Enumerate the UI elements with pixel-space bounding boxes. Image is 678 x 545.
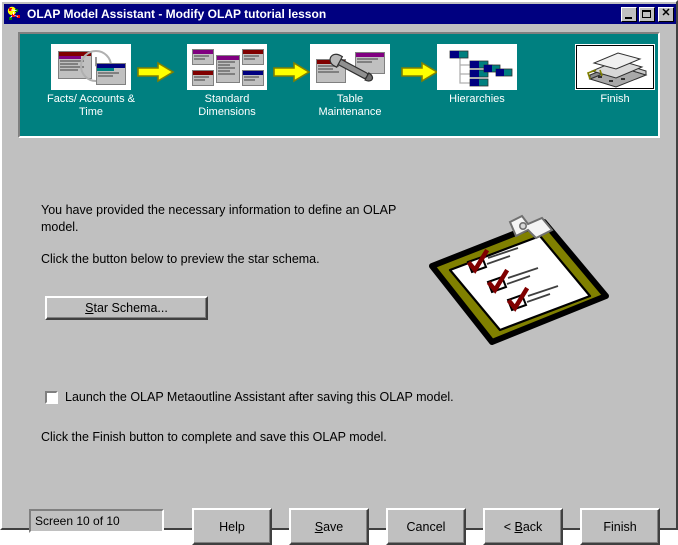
help-button[interactable]: Help	[192, 508, 272, 545]
cancel-button[interactable]: Cancel	[386, 508, 466, 545]
wizard-step-label-2: Time	[78, 106, 104, 118]
wizard-step-table-maintenance[interactable]: Table Maintenance	[292, 44, 408, 119]
tables-clock-icon	[51, 44, 131, 90]
wizard-step-label: Standard	[204, 93, 250, 105]
wizard-step-label: Finish	[600, 93, 630, 105]
finish-button[interactable]: Finish	[580, 508, 660, 545]
wizard-step-finish[interactable]: Finish	[560, 44, 670, 106]
wizard-step-label: Table	[336, 93, 364, 105]
wizard-step-label: Facts/ Accounts &	[46, 93, 136, 105]
wizard-step-label-2: Maintenance	[318, 106, 382, 118]
launch-metaoutline-checkbox-label: Launch the OLAP Metaoutline Assistant af…	[65, 390, 454, 404]
wizard-step-label-2: Dimensions	[198, 106, 256, 118]
preview-instruction: Click the button below to preview the st…	[41, 252, 320, 266]
star-schema-button-label: Star Schema...	[85, 301, 168, 315]
star-schema-button[interactable]: Star Schema...	[45, 296, 208, 320]
maximize-icon	[642, 9, 651, 18]
finish-instruction: Click the Finish button to complete and …	[41, 430, 387, 444]
wizard-step-banner: Facts/ Accounts & Time Standard Dimensio…	[18, 32, 660, 138]
window-controls: ✕	[619, 6, 674, 22]
client-area: Facts/ Accounts & Time Standard Dimensio…	[4, 24, 676, 545]
close-button[interactable]: ✕	[658, 6, 674, 22]
launch-metaoutline-checkbox[interactable]	[45, 391, 58, 404]
wizard-step-label: Hierarchies	[449, 93, 505, 105]
minimize-button[interactable]	[621, 6, 637, 22]
right-arrow-icon-1	[136, 60, 176, 84]
screen-counter-field: Screen 10 of 10	[29, 509, 164, 533]
finish-button-label: Finish	[603, 519, 637, 534]
database-stack-icon	[575, 44, 655, 90]
window-title: OLAP Model Assistant - Modify OLAP tutor…	[27, 7, 327, 21]
save-button[interactable]: Save	[289, 508, 369, 545]
save-button-label: Save	[314, 519, 344, 534]
close-icon: ✕	[661, 7, 671, 19]
wizard-step-hierarchies[interactable]: Hierarchies	[422, 44, 532, 106]
wizard-step-standard-dimensions[interactable]: Standard Dimensions	[172, 44, 282, 119]
application-window: OLAP Model Assistant - Modify OLAP tutor…	[0, 0, 678, 545]
minimize-icon	[625, 16, 632, 19]
tree-hierarchy-icon	[437, 44, 517, 90]
clipboard-checklist-icon	[424, 204, 614, 359]
maximize-button[interactable]	[639, 6, 655, 22]
wrench-tables-icon	[310, 44, 390, 90]
help-button-label: Help	[219, 519, 245, 534]
cancel-button-label: Cancel	[406, 519, 446, 534]
intro-paragraph-line2: model.	[41, 220, 79, 234]
wizard-step-facts-accounts-time[interactable]: Facts/ Accounts & Time	[36, 44, 146, 119]
intro-paragraph-line1: You have provided the necessary informat…	[41, 203, 397, 217]
back-button[interactable]: < Back	[483, 508, 563, 545]
dimension-tables-icon	[187, 44, 267, 90]
intro-paragraph: You have provided the necessary informat…	[41, 202, 401, 236]
olap-app-icon	[7, 6, 23, 22]
launch-metaoutline-checkbox-row[interactable]: Launch the OLAP Metaoutline Assistant af…	[45, 390, 454, 404]
screen-counter-text: Screen 10 of 10	[35, 514, 120, 528]
back-button-label: < Back	[503, 519, 543, 534]
title-bar: OLAP Model Assistant - Modify OLAP tutor…	[4, 4, 676, 24]
